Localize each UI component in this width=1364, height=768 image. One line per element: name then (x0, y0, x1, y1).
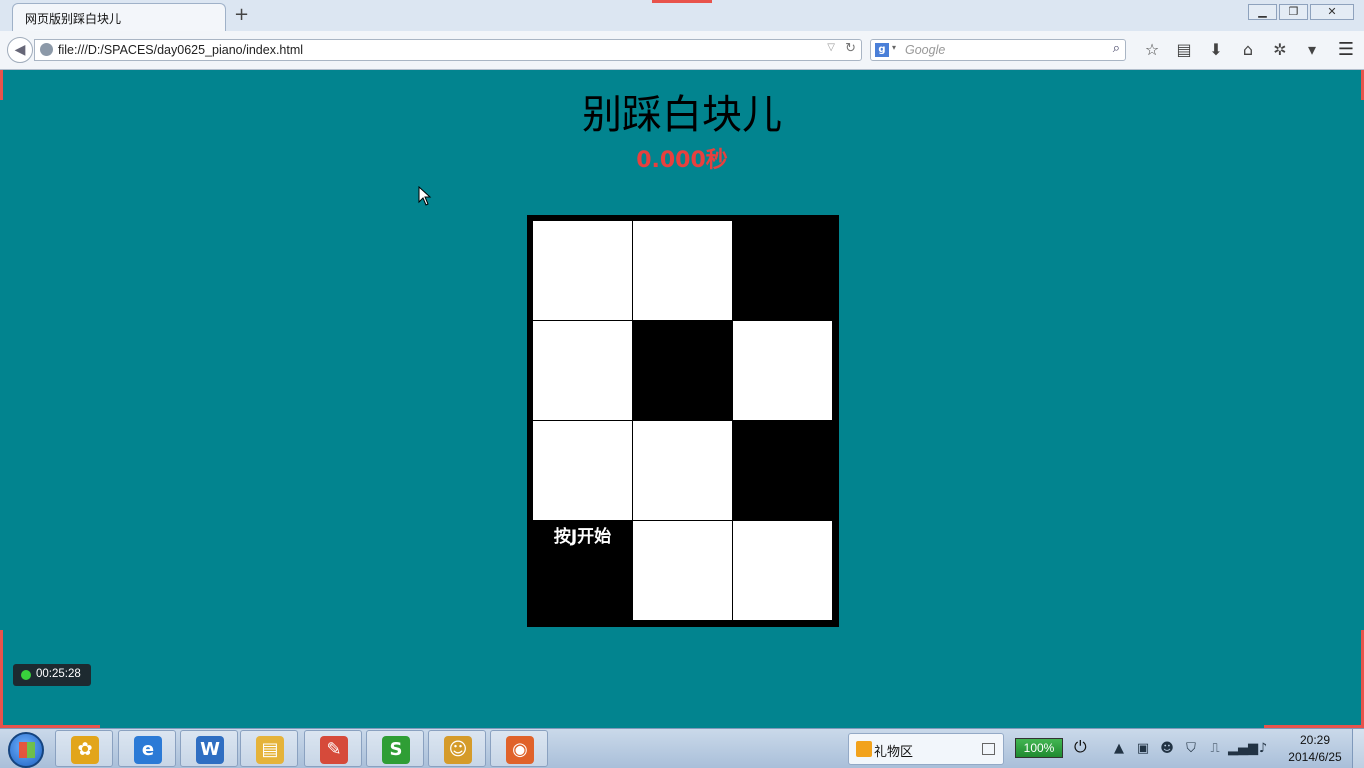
app-pinwheel-icon: ✿ (71, 736, 99, 764)
tray-expand-icon[interactable]: ▲ (1108, 739, 1130, 759)
tab-active[interactable]: 网页版别踩白块儿 (12, 3, 226, 31)
tray-app-icon[interactable]: ▣ (1132, 739, 1154, 759)
tile-r3-c1[interactable] (633, 521, 732, 620)
tile-r2-c2[interactable] (733, 421, 832, 520)
minimize-button[interactable]: ▁ (1248, 4, 1277, 20)
reload-icon[interactable]: ↻ (845, 41, 856, 56)
globe-icon (40, 43, 53, 56)
tile-r1-c0[interactable] (533, 321, 632, 420)
taskbar-app-thunder[interactable]: ☺ (428, 730, 486, 767)
app-firefox-icon: ◉ (506, 736, 534, 764)
gift-icon (856, 741, 872, 757)
addon-icon[interactable]: ✲ (1264, 40, 1296, 60)
taskbar-app-firefox[interactable]: ◉ (490, 730, 548, 767)
tile-r2-c1[interactable] (633, 421, 732, 520)
start-hint: 按J开始 (553, 527, 612, 547)
taskbar: ✿ e W ▤ ✎ S ☺ ◉ 礼物区 100% ⏻ ▲ ▣ ☻ ⛉ ⎍ ▂▄▆ ♪ 20:2… (0, 728, 1364, 768)
app-explorer-icon: ▤ (256, 736, 284, 764)
power-plug-icon[interactable]: ⏻ (1074, 737, 1087, 757)
url-text[interactable]: file:///D:/SPACES/day0625_piano/index.ht… (58, 43, 303, 57)
reading-list-icon[interactable]: ▤ (1168, 40, 1200, 60)
tile-r1-c2[interactable] (733, 321, 832, 420)
engine-dropdown-icon[interactable]: ▾ (892, 43, 896, 52)
tile-r2-c0[interactable] (533, 421, 632, 520)
app-thunder-icon: ☺ (444, 736, 472, 764)
game-board[interactable]: 按J开始 (527, 215, 839, 627)
windows-logo-icon (19, 742, 35, 758)
search-bar[interactable]: g ▾ Google ⌕ (870, 39, 1126, 61)
taskbar-app-notes[interactable]: ✎ (304, 730, 362, 767)
close-button[interactable]: ✕ (1310, 4, 1354, 20)
corner-mark (0, 630, 3, 728)
addon-dropdown-icon[interactable]: ▾ (1296, 40, 1328, 60)
app-wps-icon: W (196, 736, 224, 764)
home-icon[interactable]: ⌂ (1232, 40, 1264, 60)
recording-time: 00:25:28 (36, 668, 81, 680)
navigation-bar: ◀ file:///D:/SPACES/day0625_piano/index.… (0, 31, 1364, 70)
system-clock[interactable]: 20:29 2014/6/25 (1280, 732, 1350, 766)
tile-r3-c2[interactable] (733, 521, 832, 620)
tray-app-icon[interactable]: ☻ (1156, 739, 1178, 759)
browser-titlebar: 网页版别踩白块儿 + ▁ ❐ ✕ (0, 0, 1364, 31)
page-title: 别踩白块儿 (582, 92, 782, 138)
taskbar-app-pinwheel[interactable]: ✿ (55, 730, 113, 767)
tile-r0-c1[interactable] (633, 221, 732, 320)
signal-icon[interactable]: ▂▄▆ (1228, 739, 1258, 759)
new-tab-button[interactable]: + (234, 5, 249, 25)
back-arrow-icon: ◀ (14, 42, 26, 58)
download-icon[interactable]: ⬇ (1200, 40, 1232, 60)
app-notes-icon: ✎ (320, 736, 348, 764)
recording-dot-icon (21, 670, 31, 680)
app-s-icon: S (382, 736, 410, 764)
back-button[interactable]: ◀ (7, 37, 33, 63)
timer-display: 0.000秒 (636, 148, 728, 173)
tab-title: 网页版别踩白块儿 (25, 12, 122, 26)
star-icon[interactable]: ☆ (1136, 40, 1168, 60)
tile-r0-c0[interactable] (533, 221, 632, 320)
edge-marker (652, 0, 712, 3)
tile-r1-c1[interactable] (633, 321, 732, 420)
usb-icon[interactable]: ⎍ (1204, 739, 1226, 759)
taskbar-app-explorer[interactable]: ▤ (240, 730, 298, 767)
search-input[interactable]: Google (905, 43, 945, 57)
clock-date: 2014/6/25 (1288, 750, 1342, 764)
gift-label: 礼物区 (874, 745, 914, 760)
toolbar-icons: ☆ ▤ ⬇ ⌂ ✲ ▾ (1136, 40, 1328, 60)
recording-indicator: 00:25:28 (13, 664, 91, 686)
start-button[interactable] (8, 732, 44, 768)
taskbar-app-ie[interactable]: e (118, 730, 176, 767)
battery-indicator[interactable]: 100% (1015, 738, 1063, 758)
clock-time: 20:29 (1299, 733, 1331, 747)
taskbar-app-s[interactable]: S (366, 730, 424, 767)
search-icon[interactable]: ⌕ (1113, 41, 1120, 56)
tile-r3-c0[interactable]: 按J开始 (533, 521, 632, 620)
system-tray: ▲ ▣ ☻ ⛉ ⎍ ▂▄▆ ♪ (1108, 739, 1274, 759)
gift-area[interactable]: 礼物区 (848, 733, 1004, 765)
volume-icon[interactable]: ♪ (1252, 739, 1274, 759)
gift-expand-icon[interactable] (982, 743, 995, 755)
tile-r0-c2[interactable] (733, 221, 832, 320)
restore-button[interactable]: ❐ (1279, 4, 1308, 20)
history-dropdown-icon[interactable]: ▽ (827, 42, 835, 53)
menu-icon[interactable]: ☰ (1336, 40, 1356, 60)
show-desktop-button[interactable] (1352, 729, 1364, 768)
taskbar-app-wps[interactable]: W (180, 730, 238, 767)
app-ie-icon: e (134, 736, 162, 764)
url-bar[interactable]: file:///D:/SPACES/day0625_piano/index.ht… (34, 39, 862, 61)
shield-icon[interactable]: ⛉ (1180, 739, 1202, 759)
window-controls: ▁ ❐ ✕ (1248, 4, 1354, 20)
mouse-cursor-icon (418, 186, 432, 206)
corner-mark (0, 70, 3, 100)
search-engine-icon[interactable]: g (875, 43, 889, 57)
